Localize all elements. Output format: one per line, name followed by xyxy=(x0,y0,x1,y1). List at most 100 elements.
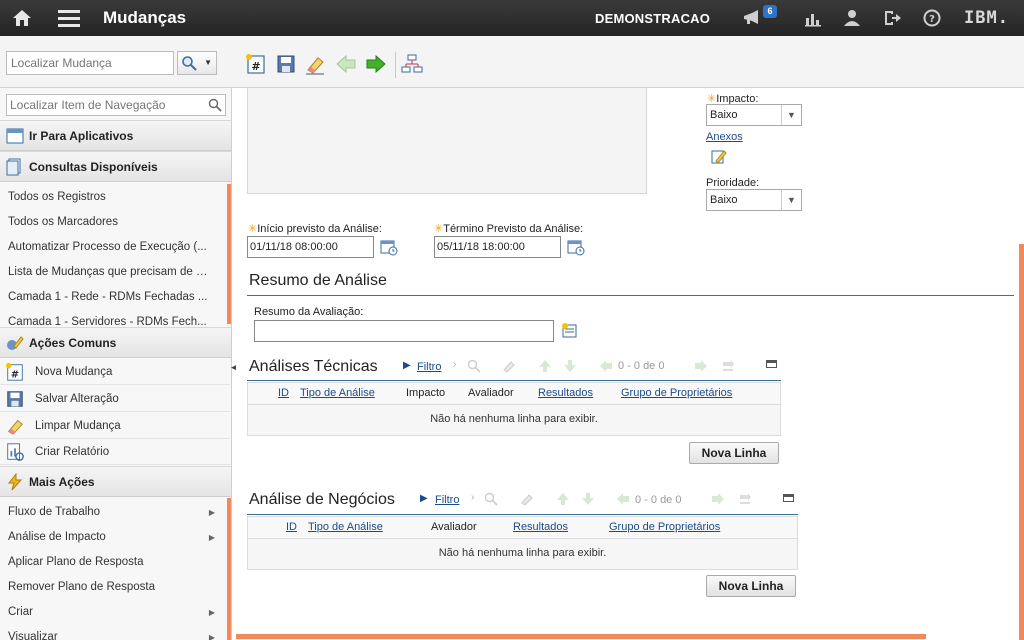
table-header: ID Tipo de Análise Avaliador Resultados … xyxy=(248,517,797,539)
arrow-down-icon[interactable] xyxy=(581,492,595,506)
impact-select[interactable]: Baixo ▼ xyxy=(706,104,802,126)
more-actions-header[interactable]: Mais Ações xyxy=(0,466,231,497)
action-clear-change[interactable]: Limpar Mudança xyxy=(0,413,230,439)
evaluation-summary-input[interactable] xyxy=(254,320,554,342)
attachment-edit-icon[interactable] xyxy=(710,148,728,166)
previous-arrow-icon[interactable] xyxy=(335,53,357,75)
download-icon[interactable] xyxy=(738,492,752,506)
user-profile-icon[interactable] xyxy=(842,8,862,28)
next-arrow-icon[interactable] xyxy=(365,53,387,75)
evaluation-summary-label: Resumo da Avaliação: xyxy=(254,306,364,318)
clear-eraser-icon[interactable] xyxy=(502,359,516,373)
priority-select[interactable]: Baixo ▼ xyxy=(706,189,802,211)
search-icon[interactable] xyxy=(484,492,498,506)
description-textarea[interactable] xyxy=(247,88,647,194)
business-filter-link[interactable]: Filtro xyxy=(435,494,459,506)
search-change-input[interactable] xyxy=(6,51,174,75)
column-header[interactable]: Resultados xyxy=(513,521,568,533)
column-header[interactable]: ID xyxy=(286,521,297,533)
more-action-item[interactable]: Análise de Impacto xyxy=(8,531,208,543)
toolbar: ▼ # xyxy=(0,36,1024,88)
home-icon[interactable] xyxy=(12,8,32,28)
arrow-up-icon[interactable] xyxy=(538,359,552,373)
clear-eraser-icon[interactable] xyxy=(304,53,326,75)
query-item[interactable]: Lista de Mudanças que precisam de a... xyxy=(8,266,208,278)
column-header[interactable]: Grupo de Proprietários xyxy=(621,387,732,399)
megaphone-icon[interactable] xyxy=(742,8,762,28)
column-header: Avaliador xyxy=(468,387,514,399)
start-date-input[interactable]: 01/11/18 08:00:00 xyxy=(247,236,374,258)
column-header[interactable]: ID xyxy=(278,387,289,399)
window-icon xyxy=(6,128,24,144)
attachments-link[interactable]: Anexos xyxy=(706,131,743,143)
queries-icon xyxy=(6,158,21,176)
arrow-up-icon[interactable] xyxy=(556,492,570,506)
filter-triangle-icon: ▶ xyxy=(403,360,411,371)
next-page-icon[interactable] xyxy=(694,359,708,373)
required-asterisk-icon: ✳ xyxy=(434,223,444,235)
common-actions-label: Ações Comuns xyxy=(29,336,117,350)
minimize-table-icon[interactable] xyxy=(766,360,777,368)
table-header: ID Tipo de Análise Impacto Avaliador Res… xyxy=(248,383,780,405)
search-icon[interactable] xyxy=(467,359,481,373)
technical-analyses-title: Análises Técnicas xyxy=(249,358,378,375)
more-action-item[interactable]: Fluxo de Trabalho xyxy=(8,506,208,518)
calendar-icon[interactable] xyxy=(380,238,398,256)
workflow-icon[interactable] xyxy=(401,53,423,75)
search-button[interactable]: ▼ xyxy=(177,51,217,75)
long-description-icon[interactable] xyxy=(561,322,579,340)
download-icon[interactable] xyxy=(721,359,735,373)
help-icon[interactable]: ? xyxy=(922,8,942,28)
report-icon xyxy=(7,443,24,461)
horizontal-scrollbar[interactable] xyxy=(236,634,926,639)
arrow-down-icon[interactable] xyxy=(563,359,577,373)
goto-applications-header[interactable]: Ir Para Aplicativos xyxy=(0,120,231,151)
more-action-item[interactable]: Visualizar xyxy=(8,631,208,640)
query-item[interactable]: Camada 1 - Rede - RDMs Fechadas ... xyxy=(8,291,208,303)
queries-scrollbar[interactable] xyxy=(227,184,231,324)
technical-filter-link[interactable]: Filtro xyxy=(417,361,441,373)
table-divider xyxy=(247,380,781,381)
more-action-item[interactable]: Criar xyxy=(8,606,208,618)
save-icon xyxy=(7,391,23,407)
logout-icon[interactable] xyxy=(882,8,902,28)
more-action-item[interactable]: Aplicar Plano de Resposta xyxy=(8,556,208,568)
action-save-change[interactable]: Salvar Alteração xyxy=(0,386,230,412)
column-header[interactable]: Tipo de Análise xyxy=(300,387,375,399)
minimize-table-icon[interactable] xyxy=(783,494,794,502)
new-record-icon: # xyxy=(5,362,23,381)
menu-icon[interactable] xyxy=(58,8,80,28)
end-date-input[interactable]: 05/11/18 18:00:00 xyxy=(434,236,561,258)
available-queries-header[interactable]: Consultas Disponíveis xyxy=(0,151,231,182)
action-new-change[interactable]: # Nova Mudança xyxy=(0,359,230,385)
column-header[interactable]: Grupo de Proprietários xyxy=(609,521,720,533)
action-create-report[interactable]: Criar Relatório xyxy=(0,439,230,465)
technical-new-row-button[interactable]: Nova Linha xyxy=(689,442,779,464)
business-analysis-table: ID Tipo de Análise Avaliador Resultados … xyxy=(247,516,798,570)
common-actions-header[interactable]: Ações Comuns xyxy=(0,327,231,358)
clear-eraser-icon[interactable] xyxy=(520,492,534,506)
filter-chevron-icon: › xyxy=(471,492,475,503)
more-actions-scrollbar[interactable] xyxy=(227,498,231,640)
previous-page-icon[interactable] xyxy=(616,492,630,506)
analysis-summary-title: Resumo de Análise xyxy=(249,272,387,289)
calendar-icon[interactable] xyxy=(567,238,585,256)
start-date-label: ✳Início previsto da Análise: xyxy=(248,223,382,235)
query-item[interactable]: Todos os Marcadores xyxy=(8,216,208,228)
lightning-icon xyxy=(7,473,23,491)
reports-chart-icon[interactable] xyxy=(803,8,823,28)
previous-page-icon[interactable] xyxy=(599,359,613,373)
business-new-row-button[interactable]: Nova Linha xyxy=(706,575,796,597)
next-page-icon[interactable] xyxy=(711,492,725,506)
column-header[interactable]: Resultados xyxy=(538,387,593,399)
search-icon[interactable] xyxy=(208,98,222,112)
nav-search-input[interactable] xyxy=(6,94,226,116)
app-title: Mudanças xyxy=(103,8,187,27)
vertical-scrollbar[interactable] xyxy=(1019,244,1024,640)
new-record-icon[interactable]: # xyxy=(245,53,267,75)
save-icon[interactable] xyxy=(275,53,297,75)
column-header[interactable]: Tipo de Análise xyxy=(308,521,383,533)
more-action-item[interactable]: Remover Plano de Resposta xyxy=(8,581,208,593)
query-item[interactable]: Todos os Registros xyxy=(8,191,208,203)
query-item[interactable]: Automatizar Processo de Execução (... xyxy=(8,241,208,253)
